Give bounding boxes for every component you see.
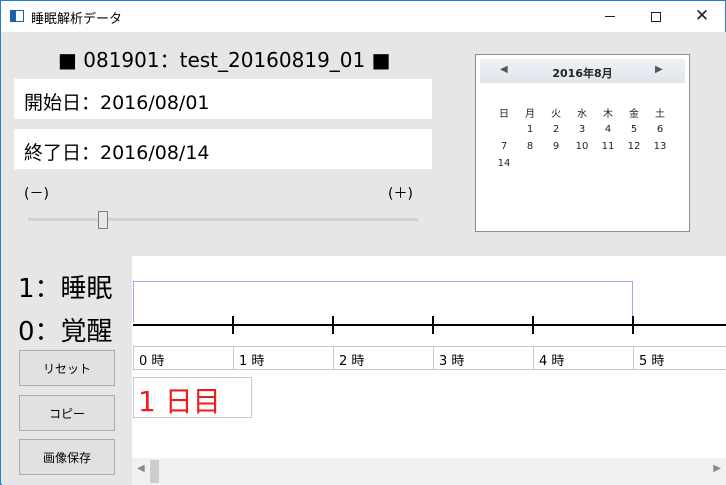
hour-tick xyxy=(532,316,534,334)
calendar-day[interactable] xyxy=(491,124,517,141)
window-title: 睡眠解析データ xyxy=(31,12,123,27)
hour-tick xyxy=(632,316,634,334)
hour-label: 0 時 xyxy=(133,347,233,369)
scrollbar-thumb[interactable] xyxy=(150,460,159,483)
minimize-button[interactable] xyxy=(587,1,633,32)
calendar-header: ◀ 2016年8月 ▶ xyxy=(480,59,685,83)
calendar-day[interactable] xyxy=(517,158,543,175)
calendar-day[interactable]: 11 xyxy=(595,141,621,158)
scroll-left-icon[interactable]: ◀ xyxy=(137,463,145,474)
calendar-day[interactable]: 13 xyxy=(647,141,673,158)
sleep-level-label: 1：睡眠 xyxy=(18,274,113,304)
subject-id-label: ■ 081901：test_20160819_01 ■ xyxy=(58,48,391,72)
hour-label: 1 時 xyxy=(233,347,333,369)
weekday-sun: 日 xyxy=(499,109,509,120)
calendar-day[interactable] xyxy=(621,158,647,175)
calendar-week-row: 7 8 9 10 11 12 13 xyxy=(491,141,673,158)
weekday-tue: 火 xyxy=(551,109,561,120)
weekday-sat: 土 xyxy=(655,109,665,120)
zoom-out-label: (－) xyxy=(24,186,49,202)
next-month-icon[interactable]: ▶ xyxy=(655,64,663,75)
close-button[interactable]: ✕ xyxy=(679,1,725,32)
weekday-fri: 金 xyxy=(629,109,639,120)
calendar-day[interactable]: 2 xyxy=(543,124,569,141)
month-calendar[interactable]: ◀ 2016年8月 ▶ 日 月 火 水 木 金 土 1 2 3 4 5 6 7 … xyxy=(475,54,690,232)
calendar-week-row: 14 xyxy=(491,158,673,175)
weekday-header-row: 日 月 火 水 木 金 土 xyxy=(491,105,673,122)
calendar-day[interactable] xyxy=(543,158,569,175)
zoom-in-label: (＋) xyxy=(388,186,413,202)
hour-label: 3 時 xyxy=(433,347,533,369)
horizontal-scrollbar[interactable]: ◀ ▶ xyxy=(132,458,726,485)
app-window: 睡眠解析データ ✕ ■ 081901：test_20160819_01 ■ 開始… xyxy=(0,0,726,485)
wake-level-label: 0：覚醒 xyxy=(18,317,113,347)
calendar-week-row: 1 2 3 4 5 6 xyxy=(491,124,673,141)
weekday-thu: 木 xyxy=(603,109,613,120)
calendar-day[interactable]: 1 xyxy=(517,124,543,141)
calendar-day[interactable]: 3 xyxy=(569,124,595,141)
maximize-icon xyxy=(651,11,661,22)
calendar-day[interactable]: 4 xyxy=(595,124,621,141)
hour-tick xyxy=(332,316,334,334)
calendar-day[interactable]: 9 xyxy=(543,141,569,158)
calendar-day[interactable]: 6 xyxy=(647,124,673,141)
calendar-day[interactable]: 14 xyxy=(491,158,517,175)
zoom-slider-track[interactable] xyxy=(28,218,418,221)
hour-label: 5 時 xyxy=(633,347,726,369)
reset-button[interactable]: リセット xyxy=(19,350,115,386)
minimize-icon xyxy=(605,16,615,17)
hour-tick xyxy=(232,316,234,334)
hour-axis: 0 時 1 時 2 時 3 時 4 時 5 時 xyxy=(133,346,726,370)
client-area: ■ 081901：test_20160819_01 ■ 開始日：2016/08/… xyxy=(2,32,726,485)
end-date-field: 終了日：2016/08/14 xyxy=(14,129,432,169)
zoom-slider-thumb[interactable] xyxy=(98,211,108,229)
hour-label: 4 時 xyxy=(533,347,633,369)
scroll-right-icon[interactable]: ▶ xyxy=(713,463,721,474)
calendar-day[interactable]: 8 xyxy=(517,141,543,158)
calendar-day[interactable]: 12 xyxy=(621,141,647,158)
maximize-button[interactable] xyxy=(633,1,679,32)
calendar-grid: 日 月 火 水 木 金 土 1 2 3 4 5 6 7 8 9 10 11 12… xyxy=(491,105,673,175)
app-icon xyxy=(10,10,24,22)
calendar-day[interactable] xyxy=(647,158,673,175)
calendar-day[interactable] xyxy=(595,158,621,175)
copy-button[interactable]: コピー xyxy=(19,395,115,431)
calendar-day[interactable]: 5 xyxy=(621,124,647,141)
sleep-trace xyxy=(133,281,633,323)
hour-label: 2 時 xyxy=(333,347,433,369)
weekday-wed: 水 xyxy=(577,109,587,120)
close-icon: ✕ xyxy=(694,6,710,26)
hour-tick xyxy=(432,316,434,334)
wake-baseline xyxy=(133,324,726,326)
title-bar: 睡眠解析データ ✕ xyxy=(1,1,725,32)
weekday-mon: 月 xyxy=(525,109,535,120)
calendar-day[interactable]: 10 xyxy=(569,141,595,158)
calendar-day[interactable] xyxy=(569,158,595,175)
day-index-label: 1 日目 xyxy=(133,377,252,418)
start-date-field: 開始日：2016/08/01 xyxy=(14,79,432,119)
save-image-button[interactable]: 画像保存 xyxy=(19,439,115,475)
calendar-day[interactable]: 7 xyxy=(491,141,517,158)
